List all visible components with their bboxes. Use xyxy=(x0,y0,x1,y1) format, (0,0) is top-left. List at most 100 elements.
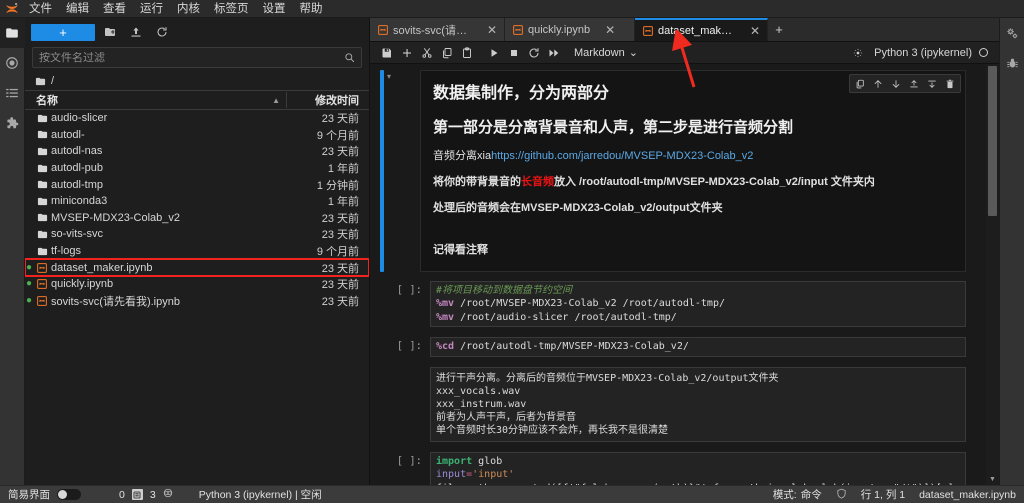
menu-item-edit[interactable]: 编辑 xyxy=(59,0,96,18)
code-cell-2[interactable]: [ ]: %cd /root/autodl-tmp/MVSEP-MDX23-Co… xyxy=(370,337,986,357)
file-list-item[interactable]: autodl-nas23 天前 xyxy=(25,143,369,160)
menu-item-view[interactable]: 查看 xyxy=(96,0,133,18)
file-list-item[interactable]: autodl-pub1 年前 xyxy=(25,160,369,177)
insert-cell-button[interactable] xyxy=(397,43,416,62)
trust-shield-icon[interactable] xyxy=(836,488,847,502)
file-list-item[interactable]: MVSEP-MDX23-Colab_v223 天前 xyxy=(25,210,369,227)
tab-active[interactable]: dataset_maker.ipynb✕ xyxy=(635,18,768,41)
raw-cell-1[interactable]: 进行干声分离。分离后的音频位于MVSEP-MDX23-Colab_v2/outp… xyxy=(370,367,986,442)
restart-run-all-button[interactable] xyxy=(544,43,563,62)
file-modified-time: 23 天前 xyxy=(287,293,369,309)
cell-toolbar[interactable] xyxy=(849,74,961,93)
file-list-item[interactable]: tf-logs9 个月前 xyxy=(25,243,369,260)
save-button[interactable] xyxy=(377,43,396,62)
run-button[interactable] xyxy=(484,43,503,62)
file-list-item[interactable]: autodl-9 个月前 xyxy=(25,127,369,144)
raw-editor[interactable]: 进行干声分离。分离后的音频位于MVSEP-MDX23-Colab_v2/outp… xyxy=(430,367,966,442)
debugger-icon[interactable] xyxy=(1000,48,1024,78)
new-folder-icon[interactable] xyxy=(99,22,121,42)
close-icon[interactable]: ✕ xyxy=(487,24,497,36)
cell-prompt: [ ]: xyxy=(388,452,430,485)
refresh-icon[interactable] xyxy=(151,22,173,42)
file-filter-box[interactable] xyxy=(32,47,362,68)
simple-interface-label: 简易界面 xyxy=(8,487,50,502)
code-editor[interactable]: import glob input='input' file_paths = s… xyxy=(430,452,966,485)
upload-icon[interactable] xyxy=(125,22,147,42)
menu-item-help[interactable]: 帮助 xyxy=(293,0,330,18)
extensions-icon[interactable] xyxy=(0,108,25,138)
notebook-toolbar: Markdown ⌄ Python 3 (ipykernel) xyxy=(370,42,999,64)
file-list-item[interactable]: ●quickly.ipynb23 天前 xyxy=(25,276,369,293)
notebook-scroll-area[interactable]: ▾ xyxy=(370,64,999,485)
copy-button[interactable] xyxy=(437,43,456,62)
menu-item-run[interactable]: 运行 xyxy=(133,0,170,18)
insert-cell-below-icon[interactable] xyxy=(924,76,940,91)
code-editor[interactable]: %cd /root/autodl-tmp/MVSEP-MDX23-Colab_v… xyxy=(430,337,966,357)
file-name: so-vits-svc xyxy=(51,228,287,240)
move-cell-down-icon[interactable] xyxy=(888,76,904,91)
file-filter-input[interactable] xyxy=(39,52,344,64)
duplicate-cell-icon[interactable] xyxy=(852,76,868,91)
file-modified-time: 9 个月前 xyxy=(287,127,369,143)
commands-icon[interactable] xyxy=(0,78,25,108)
tab-bar[interactable]: sovits-svc(请先看我).ipynb✕quickly.ipynb✕dat… xyxy=(370,18,999,42)
new-launcher-button[interactable]: + xyxy=(31,24,95,41)
new-tab-button[interactable]: + xyxy=(768,18,790,41)
file-browser-panel: + xyxy=(25,18,370,485)
menu-item-tabs[interactable]: 标签页 xyxy=(207,0,256,18)
markdown-link-line: 音频分离xiahttps://github.com/jarredou/MVSEP… xyxy=(433,149,953,165)
code-cell-3[interactable]: [ ]: import glob input='input' file_path… xyxy=(370,452,986,485)
scroll-down-arrow[interactable]: ▼ xyxy=(986,474,999,485)
stop-button[interactable] xyxy=(504,43,523,62)
code-cell-1[interactable]: [ ]: #将项目移动到数据盘节约空间 %mv /root/MVSEP-MDX2… xyxy=(370,281,986,328)
close-icon[interactable]: ✕ xyxy=(750,25,760,37)
file-list-item[interactable]: autodl-tmp1 分钟前 xyxy=(25,176,369,193)
tab-inactive[interactable]: sovits-svc(请先看我).ipynb✕ xyxy=(370,18,505,41)
kernel-icon[interactable] xyxy=(163,488,173,501)
simple-interface-toggle[interactable] xyxy=(57,489,81,500)
running-terminals-icon[interactable] xyxy=(0,48,25,78)
property-inspector-icon[interactable] xyxy=(1000,18,1024,48)
kernel-count[interactable]: 3 xyxy=(150,489,156,501)
markdown-rendered[interactable]: 数据集制作，分为两部分 第一部分是分离背景音和人声，第二步是进行音频分割 音频分… xyxy=(420,70,966,272)
file-list-item[interactable]: ●sovits-svc(请先看我).ipynb23 天前 xyxy=(25,293,369,310)
move-cell-up-icon[interactable] xyxy=(870,76,886,91)
menu-item-kernel[interactable]: 内核 xyxy=(170,0,207,18)
notebook-icon xyxy=(513,25,523,35)
paste-button[interactable] xyxy=(457,43,476,62)
tab-inactive[interactable]: quickly.ipynb✕ xyxy=(505,18,635,41)
terminal-count[interactable]: 0 xyxy=(119,489,125,501)
insert-cell-above-icon[interactable] xyxy=(906,76,922,91)
file-list[interactable]: audio-slicer23 天前autodl-9 个月前autodl-nas2… xyxy=(25,110,369,485)
file-browser-icon[interactable] xyxy=(0,18,25,48)
file-list-item[interactable]: audio-slicer23 天前 xyxy=(25,110,369,127)
code-cell-1-body: #将项目移动到数据盘节约空间 %mv /root/MVSEP-MDX23-Col… xyxy=(430,281,966,328)
column-header-modified[interactable]: 修改时间 xyxy=(287,92,369,108)
notebook-scrollbar[interactable]: ▲ ▼ xyxy=(986,64,999,485)
file-list-item[interactable]: miniconda31 年前 xyxy=(25,193,369,210)
kernel-settings-icon[interactable] xyxy=(848,43,867,62)
code-editor[interactable]: #将项目移动到数据盘节约空间 %mv /root/MVSEP-MDX23-Col… xyxy=(430,281,966,328)
raw-cell-1-body: 进行干声分离。分离后的音频位于MVSEP-MDX23-Colab_v2/outp… xyxy=(430,367,966,442)
menu-item-settings[interactable]: 设置 xyxy=(256,0,293,18)
column-header-name[interactable]: 名称 ▲ xyxy=(25,92,287,108)
scrollbar-thumb[interactable] xyxy=(988,66,997,216)
cursor-position[interactable]: 行 1, 列 1 xyxy=(861,487,905,502)
breadcrumb[interactable]: / xyxy=(25,72,369,90)
mvsep-colab-link[interactable]: https://github.com/jarredou/MVSEP-MDX23-… xyxy=(491,150,753,162)
markdown-note-line: 记得看注释 xyxy=(433,243,953,259)
file-list-item[interactable]: so-vits-svc23 天前 xyxy=(25,226,369,243)
restart-button[interactable] xyxy=(524,43,543,62)
close-icon[interactable]: ✕ xyxy=(605,24,615,36)
cell-type-dropdown[interactable]: Markdown ⌄ xyxy=(570,46,642,59)
menu-item-file[interactable]: 文件 xyxy=(22,0,59,18)
file-list-item[interactable]: ●dataset_maker.ipynb23 天前 xyxy=(25,259,369,276)
kernel-status-text[interactable]: Python 3 (ipykernel) | 空闲 xyxy=(199,487,322,502)
kernel-name-label[interactable]: Python 3 (ipykernel) xyxy=(874,47,972,59)
markdown-cell[interactable]: ▾ xyxy=(370,70,986,272)
breadcrumb-path: / xyxy=(51,75,54,87)
menu-bar: 文件 编辑 查看 运行 内核 标签页 设置 帮助 xyxy=(0,0,1024,18)
cut-button[interactable] xyxy=(417,43,436,62)
notebook-mode[interactable]: 模式: 命令 xyxy=(773,487,822,502)
delete-cell-icon[interactable] xyxy=(942,76,958,91)
